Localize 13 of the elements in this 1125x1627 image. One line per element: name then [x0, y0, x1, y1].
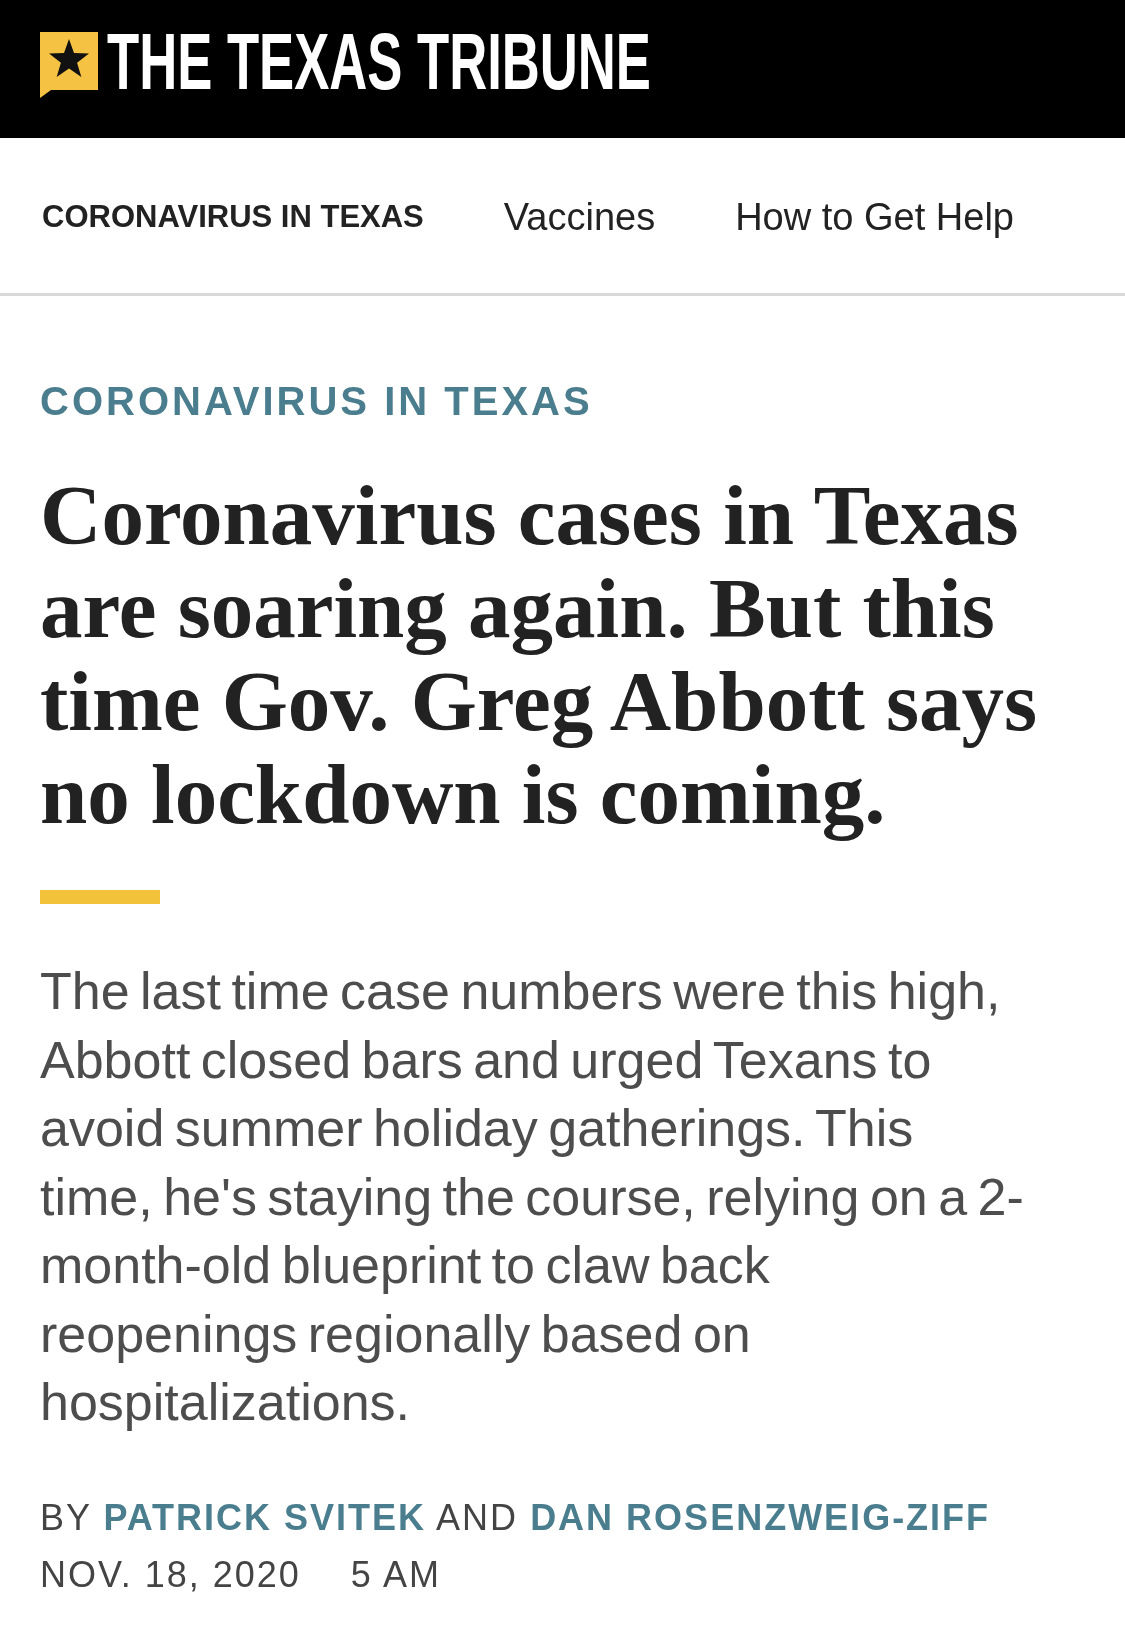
- author-link[interactable]: PATRICK SVITEK: [103, 1496, 427, 1538]
- summary-paragraph: The last time case numbers were this high, Abbott closed bars and urged Texans to avoid summer holiday gatherings. This time, he's staying the course, relying on a 2-month-old blueprint to claw back reopenings regionally based on hospitalizations.: [40, 961, 1025, 1433]
- logo-text[interactable]: THE TEXAS TRIBUNE: [107, 22, 651, 102]
- star-speech-bubble-icon[interactable]: [40, 32, 98, 98]
- nav-link[interactable]: How to Get Help: [735, 194, 1014, 239]
- author-link[interactable]: DAN ROSENZWEIG-ZIFF: [530, 1496, 991, 1538]
- nav-link[interactable]: Vaccines: [503, 194, 656, 239]
- kicker-link[interactable]: CORONAVIRUS IN TEXAS: [40, 381, 593, 421]
- byline: BY PATRICK SVITEK AND DAN ROSENZWEIG-ZIFF: [40, 1497, 991, 1538]
- headline: Coronavirus cases in Texas are soaring again. But this time Gov. Greg Abbott says no lockdown is coming.: [40, 469, 1039, 841]
- section-nav-link[interactable]: CORONAVIRUS IN TEXAS: [42, 196, 424, 237]
- publish-date: NOV. 18, 2020: [40, 1554, 301, 1595]
- publish-time: 5 AM: [350, 1554, 441, 1595]
